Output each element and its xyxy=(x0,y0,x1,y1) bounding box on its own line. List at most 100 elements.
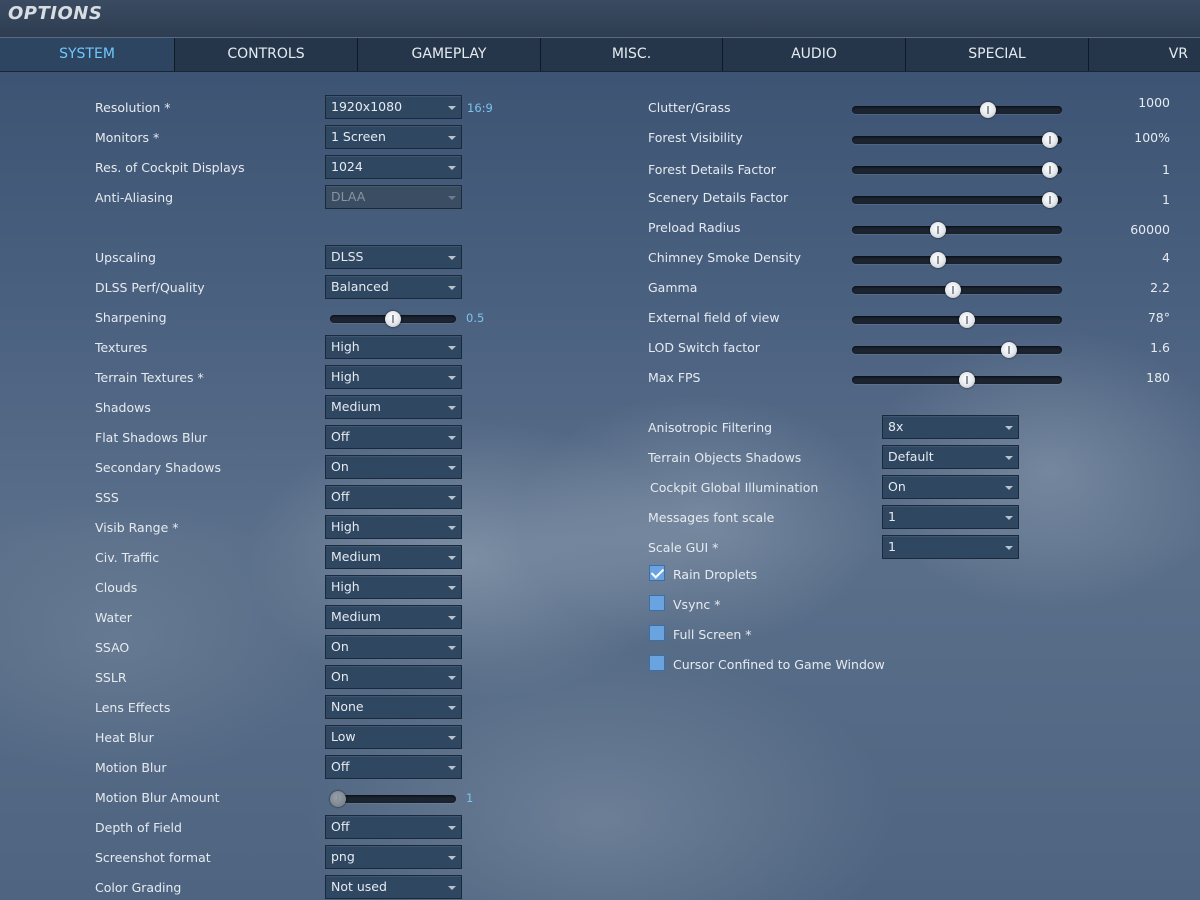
scenery-details-slider[interactable] xyxy=(852,192,1062,208)
anti-aliasing-dropdown: DLAA xyxy=(325,185,462,209)
tab-audio[interactable]: AUDIO xyxy=(723,38,906,71)
slider-thumb[interactable] xyxy=(958,312,975,328)
slider-thumb[interactable] xyxy=(958,372,975,388)
shadows-dropdown[interactable]: Medium xyxy=(325,395,462,419)
slider-thumb[interactable] xyxy=(980,102,997,118)
water-dropdown[interactable]: Medium xyxy=(325,605,462,629)
forest-visibility-value: 100% xyxy=(1134,130,1170,145)
slider-thumb[interactable] xyxy=(385,311,401,327)
terrain-textures-dropdown[interactable]: High xyxy=(325,365,462,389)
forest-details-value: 1 xyxy=(1162,162,1170,177)
tab-gameplay[interactable]: GAMEPLAY xyxy=(358,38,541,71)
water-label: Water xyxy=(95,610,132,625)
messages-font-scale-label: Messages font scale xyxy=(648,510,775,525)
anti-aliasing-label: Anti-Aliasing xyxy=(95,190,174,205)
ssao-label: SSAO xyxy=(95,640,130,655)
scenery-details-value: 1 xyxy=(1162,192,1170,207)
res-cockpit-dropdown[interactable]: 1024 xyxy=(325,155,462,179)
max-fps-value: 180 xyxy=(1146,370,1170,385)
motion-blur-dropdown[interactable]: Off xyxy=(325,755,462,779)
flat-shadows-blur-value: Off xyxy=(331,429,350,444)
screenshot-format-dropdown[interactable]: png xyxy=(325,845,462,869)
clutter-grass-slider[interactable] xyxy=(852,102,1062,118)
slider-thumb[interactable] xyxy=(929,222,946,238)
textures-dropdown[interactable]: High xyxy=(325,335,462,359)
tab-misc[interactable]: MISC. xyxy=(541,38,723,71)
cockpit-gi-dropdown[interactable]: On xyxy=(882,475,1019,499)
slider-thumb[interactable] xyxy=(1042,162,1059,178)
resolution-dropdown[interactable]: 1920x1080 xyxy=(325,95,462,119)
tab-vr[interactable]: VR xyxy=(1089,38,1200,71)
slider-track xyxy=(852,196,1062,204)
depth-of-field-dropdown[interactable]: Off xyxy=(325,815,462,839)
slider-thumb[interactable] xyxy=(1042,132,1059,148)
textures-label: Textures xyxy=(95,340,148,355)
slider-thumb[interactable] xyxy=(1001,342,1018,358)
preload-radius-slider[interactable] xyxy=(852,222,1062,238)
tab-special[interactable]: SPECIAL xyxy=(906,38,1089,71)
motion-blur-amount-label: Motion Blur Amount xyxy=(95,790,220,805)
external-fov-value: 78° xyxy=(1147,310,1170,325)
vsync-checkbox[interactable] xyxy=(649,595,665,611)
chevron-down-icon xyxy=(448,556,456,560)
clutter-grass-value: 1000 xyxy=(1138,95,1170,110)
chimney-smoke-slider[interactable] xyxy=(852,252,1062,268)
slider-thumb[interactable] xyxy=(929,252,946,268)
slider-thumb[interactable] xyxy=(1042,192,1059,208)
gamma-slider[interactable] xyxy=(852,282,1062,298)
anisotropic-filtering-dropdown[interactable]: 8x xyxy=(882,415,1019,439)
lens-effects-dropdown[interactable]: None xyxy=(325,695,462,719)
forest-visibility-slider[interactable] xyxy=(852,132,1062,148)
forest-details-slider[interactable] xyxy=(852,162,1062,178)
heat-blur-label: Heat Blur xyxy=(95,730,154,745)
ssao-dropdown[interactable]: On xyxy=(325,635,462,659)
lod-switch-slider[interactable] xyxy=(852,342,1062,358)
cursor-confined-checkbox[interactable] xyxy=(649,655,665,671)
sslr-dropdown[interactable]: On xyxy=(325,665,462,689)
scale-gui-dropdown[interactable]: 1 xyxy=(882,535,1019,559)
color-grading-dropdown[interactable]: Not used xyxy=(325,875,462,899)
secondary-shadows-dropdown[interactable]: On xyxy=(325,455,462,479)
lod-switch-label: LOD Switch factor xyxy=(648,340,760,355)
slider-track xyxy=(852,316,1062,324)
heat-blur-dropdown[interactable]: Low xyxy=(325,725,462,749)
dlss-quality-label: DLSS Perf/Quality xyxy=(95,280,205,295)
chimney-smoke-label: Chimney Smoke Density xyxy=(648,250,802,265)
flat-shadows-blur-label: Flat Shadows Blur xyxy=(95,430,208,445)
terrain-objects-shadows-dropdown[interactable]: Default xyxy=(882,445,1019,469)
tab-controls[interactable]: CONTROLS xyxy=(175,38,358,71)
civ-traffic-label: Civ. Traffic xyxy=(95,550,160,565)
terrain-objects-shadows-label: Terrain Objects Shadows xyxy=(648,450,802,465)
visib-range-dropdown[interactable]: High xyxy=(325,515,462,539)
upscaling-dropdown[interactable]: DLSS xyxy=(325,245,462,269)
chevron-down-icon xyxy=(448,406,456,410)
max-fps-slider[interactable] xyxy=(852,372,1062,388)
slider-thumb[interactable] xyxy=(945,282,962,298)
rain-droplets-checkbox[interactable] xyxy=(649,565,665,581)
shadows-label: Shadows xyxy=(95,400,151,415)
sharpening-value: 0.5 xyxy=(466,311,485,325)
flat-shadows-blur-dropdown[interactable]: Off xyxy=(325,425,462,449)
messages-font-scale-dropdown[interactable]: 1 xyxy=(882,505,1019,529)
full-screen-checkbox[interactable] xyxy=(649,625,665,641)
sslr-value: On xyxy=(331,669,349,684)
clouds-dropdown[interactable]: High xyxy=(325,575,462,599)
slider-track xyxy=(852,136,1062,144)
color-grading-value: Not used xyxy=(331,879,387,894)
scale-gui-value: 1 xyxy=(888,539,896,554)
window-title: OPTIONS xyxy=(8,3,103,24)
monitors-dropdown[interactable]: 1 Screen xyxy=(325,125,462,149)
sss-value: Off xyxy=(331,489,350,504)
sharpening-slider[interactable] xyxy=(330,311,456,327)
external-fov-slider[interactable] xyxy=(852,312,1062,328)
tab-system[interactable]: SYSTEM xyxy=(0,38,175,71)
terrain-objects-shadows-value: Default xyxy=(888,449,934,464)
sss-dropdown[interactable]: Off xyxy=(325,485,462,509)
heat-blur-value: Low xyxy=(331,729,356,744)
clouds-label: Clouds xyxy=(95,580,138,595)
dlss-quality-dropdown[interactable]: Balanced xyxy=(325,275,462,299)
chevron-down-icon xyxy=(448,256,456,260)
civ-traffic-dropdown[interactable]: Medium xyxy=(325,545,462,569)
chevron-down-icon xyxy=(448,856,456,860)
textures-value: High xyxy=(331,339,360,354)
